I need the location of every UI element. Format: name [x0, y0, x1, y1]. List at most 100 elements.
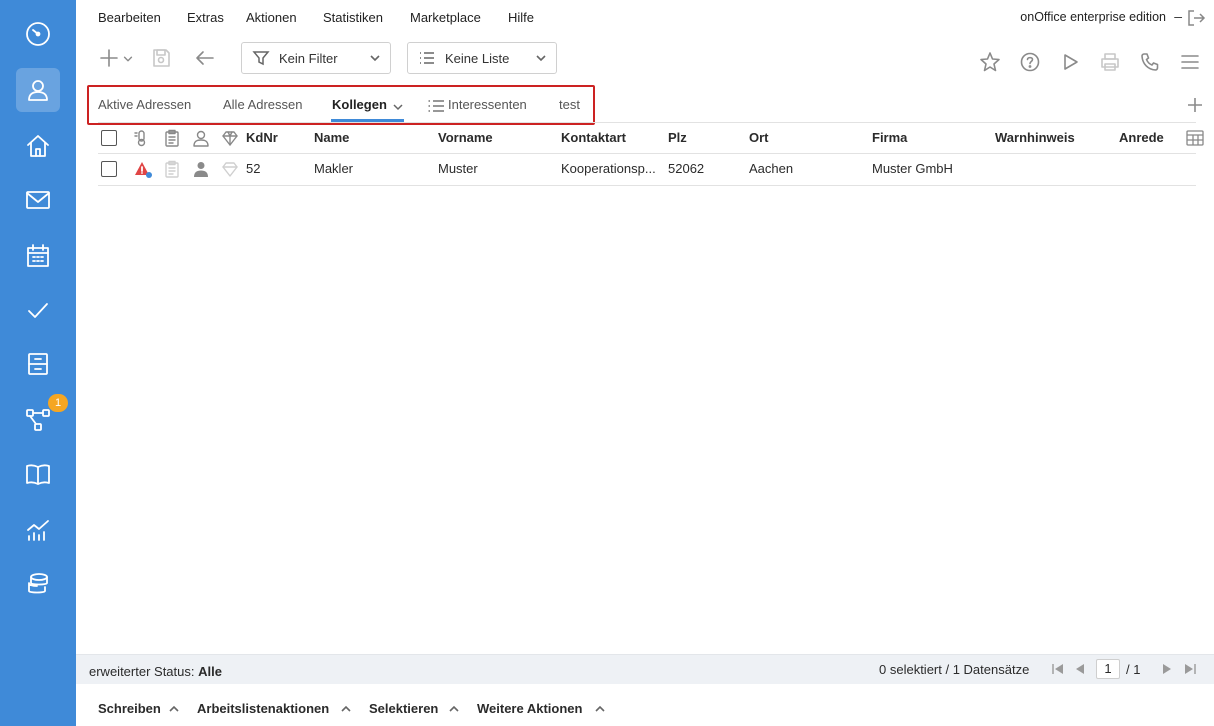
add-tab-button[interactable] [1186, 96, 1204, 114]
nav-properties[interactable] [16, 124, 60, 168]
tab-interessenten[interactable]: Interessenten [448, 97, 527, 112]
print-icon [1101, 53, 1119, 71]
action-schreiben[interactable]: Schreiben [98, 701, 161, 716]
save-button[interactable] [149, 46, 173, 70]
nav-knowledge-base[interactable] [16, 452, 60, 496]
phone-icon [1141, 53, 1159, 71]
database-icon [28, 573, 48, 594]
column-vorname[interactable]: Vorname [438, 130, 493, 145]
nav-tasks[interactable] [16, 288, 60, 332]
selection-count: 0 selektiert / 1 Datensätze [879, 662, 1030, 677]
select-all-checkbox[interactable] [101, 130, 117, 146]
cell-plz: 52062 [668, 161, 705, 176]
nav-statistics[interactable] [16, 508, 60, 552]
column-kontaktart[interactable]: Kontaktart [561, 130, 626, 145]
nav-addresses[interactable] [16, 68, 60, 112]
workflow-icon [26, 409, 50, 431]
warning-icon [134, 160, 152, 178]
menu-statistiken[interactable]: Statistiken [323, 10, 383, 25]
diamond-icon[interactable] [221, 129, 239, 147]
help-icon [1020, 52, 1040, 72]
nav-database[interactable] [16, 562, 60, 606]
person-icon[interactable] [192, 129, 210, 147]
table-top-border [98, 122, 1196, 123]
menu-aktionen[interactable]: Aktionen [246, 10, 297, 25]
plus-icon [100, 49, 118, 67]
left-navigation: 1 [0, 0, 76, 726]
chevron-up-icon[interactable] [448, 702, 460, 714]
column-ort[interactable]: Ort [749, 130, 769, 145]
print-button[interactable] [1098, 50, 1122, 74]
extended-status[interactable]: erweiterter Status: Alle [89, 664, 222, 679]
email-icon [26, 191, 50, 209]
column-plz[interactable]: Plz [668, 130, 687, 145]
diamond-icon [221, 160, 239, 178]
chevron-up-icon[interactable] [340, 702, 352, 714]
minimize-button[interactable]: – [1174, 8, 1182, 24]
action-selektieren[interactable]: Selektieren [369, 701, 438, 716]
column-name[interactable]: Name [314, 130, 349, 145]
next-page-button[interactable] [1160, 662, 1174, 676]
first-page-button[interactable] [1051, 662, 1065, 676]
chevron-down-icon[interactable] [392, 100, 404, 112]
column-anrede[interactable]: Anrede [1119, 130, 1164, 145]
column-warnhinweis[interactable]: Warnhinweis [995, 130, 1075, 145]
nav-files[interactable] [16, 342, 60, 386]
last-page-button[interactable] [1183, 662, 1197, 676]
menu-hilfe[interactable]: Hilfe [508, 10, 534, 25]
prev-page-button[interactable] [1073, 662, 1087, 676]
filter-icon [252, 49, 270, 67]
menu-extras[interactable]: Extras [187, 10, 224, 25]
list-icon [418, 49, 436, 67]
menu-button[interactable] [1178, 50, 1202, 74]
person-icon [192, 160, 210, 178]
tab-alle-adressen[interactable]: Alle Adressen [223, 97, 303, 112]
logout-button[interactable] [1186, 8, 1206, 28]
knowledge-base-icon [26, 464, 50, 485]
list-icon [427, 98, 445, 114]
call-button[interactable] [1138, 50, 1162, 74]
back-button[interactable] [193, 46, 217, 70]
tab-aktive-adressen[interactable]: Aktive Adressen [98, 97, 191, 112]
column-settings-button[interactable] [1186, 130, 1204, 146]
cell-kontaktart: Kooperationsp... [561, 161, 656, 176]
nav-email[interactable] [16, 178, 60, 222]
favorite-button[interactable] [978, 50, 1002, 74]
workflow-badge: 1 [48, 394, 68, 412]
tab-kollegen[interactable]: Kollegen [332, 97, 387, 112]
chevron-up-icon[interactable] [168, 702, 180, 714]
statistics-icon [27, 520, 49, 541]
table-header-border [98, 153, 1196, 154]
filter-dropdown[interactable]: Kein Filter [241, 42, 391, 74]
column-firma[interactable]: Firma [872, 130, 907, 145]
chevron-up-icon[interactable] [594, 702, 606, 714]
tab-test[interactable]: test [559, 97, 580, 112]
clipboard-icon [163, 160, 181, 178]
cell-vorname: Muster [438, 161, 478, 176]
list-dropdown[interactable]: Keine Liste [407, 42, 557, 74]
new-button[interactable] [97, 46, 121, 70]
new-dropdown-button[interactable] [121, 52, 135, 66]
page-number-input[interactable]: 1 [1096, 659, 1120, 679]
action-arbeitslistenaktionen[interactable]: Arbeitslistenaktionen [197, 701, 329, 716]
menu-marketplace[interactable]: Marketplace [410, 10, 481, 25]
play-button[interactable] [1058, 50, 1082, 74]
task-icon [28, 303, 48, 318]
cell-name: Makler [314, 161, 354, 176]
column-kdnr[interactable]: KdNr [246, 130, 278, 145]
cell-ort: Aachen [749, 161, 794, 176]
thermometer-icon[interactable] [133, 129, 151, 147]
chevron-down-icon [123, 56, 133, 62]
menu-bearbeiten[interactable]: Bearbeiten [98, 10, 161, 25]
nav-calendar[interactable] [16, 234, 60, 278]
edition-label: onOffice enterprise edition [1020, 10, 1166, 24]
nav-dashboard[interactable] [16, 12, 60, 56]
row-checkbox[interactable] [101, 161, 117, 177]
cell-kdnr: 52 [246, 161, 261, 176]
prev-page-icon [1076, 664, 1084, 674]
logout-icon [1188, 10, 1206, 26]
action-weitere-aktionen[interactable]: Weitere Aktionen [477, 701, 582, 716]
clipboard-icon[interactable] [163, 129, 181, 147]
help-button[interactable] [1018, 50, 1042, 74]
arrow-left-icon [196, 51, 214, 65]
